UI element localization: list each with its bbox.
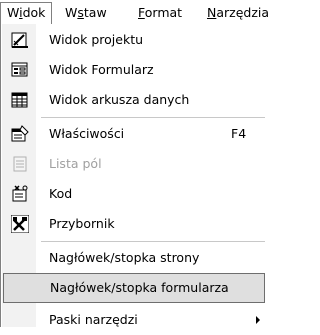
menu-item-label: Właściwości bbox=[49, 126, 125, 141]
menu-separator bbox=[41, 241, 265, 242]
menu-item-toolbars[interactable]: Paski narzędzi bbox=[1, 305, 265, 335]
menu-widok[interactable]: Widok bbox=[0, 2, 52, 24]
menu-bar: Widok Wstaw Format Narzędzia bbox=[0, 0, 269, 25]
menu-item-field-list[interactable]: Lista pól bbox=[1, 149, 265, 179]
submenu-arrow-icon bbox=[256, 316, 260, 324]
menu-narzedzia[interactable]: Narzędzia bbox=[207, 3, 269, 22]
code-icon bbox=[12, 185, 28, 202]
menu-item-label: Widok Formularz bbox=[49, 62, 154, 77]
menu-item-form-header-footer[interactable]: Nagłówek/stopka formularza bbox=[3, 273, 265, 303]
menu-item-datasheet-view[interactable]: Widok arkusza danych bbox=[1, 85, 265, 115]
menu-item-code[interactable]: Kod bbox=[1, 179, 265, 209]
menu-wstaw[interactable]: Wstaw bbox=[65, 3, 107, 22]
menu-item-label: Paski narzędzi bbox=[49, 312, 138, 327]
menu-item-label: Nagłówek/stopka formularza bbox=[50, 280, 229, 295]
menu-format-accel: F bbox=[138, 5, 145, 20]
menu-item-toolbox[interactable]: Przybornik bbox=[1, 209, 265, 239]
datasheet-view-icon bbox=[11, 92, 28, 108]
menu-item-label: Lista pól bbox=[49, 156, 102, 171]
menu-item-label: Kod bbox=[49, 186, 73, 201]
menu-item-label: Nagłówek/stopka strony bbox=[49, 250, 200, 265]
design-view-icon bbox=[11, 32, 28, 48]
properties-icon bbox=[11, 125, 29, 142]
menu-widok-accel: i bbox=[19, 5, 23, 20]
menu-item-shortcut: F4 bbox=[231, 126, 247, 141]
menu-wstaw-accel: s bbox=[77, 5, 84, 20]
menu-format[interactable]: Format bbox=[138, 3, 182, 22]
form-view-icon bbox=[11, 62, 28, 77]
menu-item-label: Widok arkusza danych bbox=[49, 92, 190, 107]
menu-item-label: Widok projektu bbox=[49, 32, 144, 47]
menu-narzedzia-accel: N bbox=[207, 5, 217, 20]
view-menu-dropdown: Widok projektu Widok Formularz Widok ark… bbox=[0, 24, 265, 327]
menu-item-properties[interactable]: Właściwości F4 bbox=[1, 119, 265, 149]
menu-item-label: Przybornik bbox=[49, 216, 115, 231]
menu-item-design-view[interactable]: Widok projektu bbox=[1, 25, 265, 55]
toolbox-icon bbox=[11, 215, 29, 233]
field-list-icon bbox=[13, 156, 27, 172]
menu-item-form-view[interactable]: Widok Formularz bbox=[1, 55, 265, 85]
menu-item-page-header-footer[interactable]: Nagłówek/stopka strony bbox=[1, 243, 265, 273]
menu-separator bbox=[41, 117, 265, 118]
